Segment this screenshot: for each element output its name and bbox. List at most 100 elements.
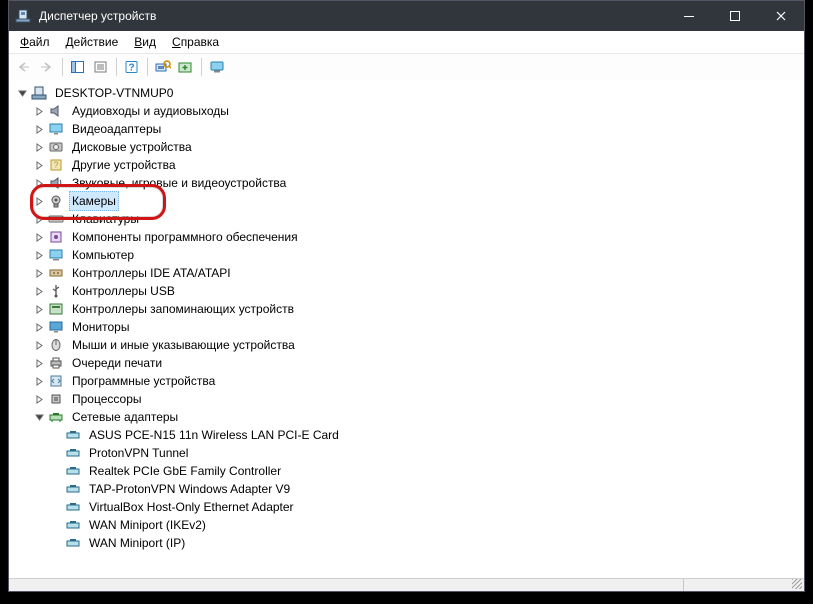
ide-icon [48, 265, 64, 281]
menu-view[interactable]: Вид [127, 33, 163, 51]
toolbar-separator [147, 58, 148, 76]
root-icon [31, 85, 47, 101]
expand-toggle[interactable] [32, 107, 46, 116]
expand-toggle[interactable] [15, 89, 29, 98]
category-label: Процессоры [69, 389, 145, 409]
softdev-icon [48, 373, 64, 389]
device-node[interactable]: Realtek PCIe GbE Family Controller [49, 462, 804, 480]
category-node[interactable]: Мыши и иные указывающие устройства [32, 336, 804, 354]
category-node[interactable]: Компьютер [32, 246, 804, 264]
expand-toggle[interactable] [32, 125, 46, 134]
category-node[interactable]: Компоненты программного обеспечения [32, 228, 804, 246]
expand-toggle[interactable] [32, 359, 46, 368]
category-node[interactable]: Контроллеры USB [32, 282, 804, 300]
usb-icon [48, 283, 64, 299]
resize-grip-icon[interactable] [792, 579, 802, 589]
device-label: ProtonVPN Tunnel [86, 443, 191, 463]
category-node[interactable]: Клавиатуры [32, 210, 804, 228]
menu-help[interactable]: Справка [165, 33, 226, 51]
storage-icon [48, 301, 64, 317]
show-hide-tree-button[interactable] [67, 56, 89, 78]
category-node[interactable]: Контроллеры запоминающих устройств [32, 300, 804, 318]
expand-toggle[interactable] [32, 323, 46, 332]
category-node[interactable]: Камеры [32, 192, 804, 210]
device-node[interactable]: ProtonVPN Tunnel [49, 444, 804, 462]
category-node[interactable]: Процессоры [32, 390, 804, 408]
expand-toggle[interactable] [32, 287, 46, 296]
category-node[interactable]: Аудиовходы и аудиовыходы [32, 102, 804, 120]
minimize-button[interactable] [666, 1, 712, 31]
expand-toggle[interactable] [32, 251, 46, 260]
expand-toggle[interactable] [32, 341, 46, 350]
category-label: Камеры [69, 191, 119, 211]
computer-icon [48, 247, 64, 263]
expand-toggle[interactable] [32, 215, 46, 224]
help-button[interactable]: ? [121, 56, 143, 78]
tree-root[interactable]: DESKTOP-VTNMUP0 [15, 84, 804, 102]
netchild-icon [65, 517, 81, 533]
netchild-icon [65, 481, 81, 497]
net-icon [48, 409, 64, 425]
category-label: Звуковые, игровые и видеоустройства [69, 173, 289, 193]
category-label: Аудиовходы и аудиовыходы [69, 101, 232, 121]
menu-action[interactable]: Действие [59, 33, 126, 51]
monitor-icon [48, 319, 64, 335]
category-node[interactable]: Программные устройства [32, 372, 804, 390]
device-node[interactable]: ASUS PCE-N15 11n Wireless LAN PCI-E Card [49, 426, 804, 444]
device-label: ASUS PCE-N15 11n Wireless LAN PCI-E Card [86, 425, 342, 445]
category-node[interactable]: Очереди печати [32, 354, 804, 372]
expand-toggle[interactable] [32, 197, 46, 206]
device-node[interactable]: WAN Miniport (IKEv2) [49, 516, 804, 534]
category-label: Видеоадаптеры [69, 119, 164, 139]
audio-icon [48, 103, 64, 119]
close-button[interactable] [758, 1, 804, 31]
device-node[interactable]: WAN Miniport (IP) [49, 534, 804, 552]
netchild-icon [65, 445, 81, 461]
category-label: Другие устройства [69, 155, 179, 175]
expand-toggle[interactable] [32, 305, 46, 314]
properties-button[interactable] [90, 56, 112, 78]
expand-toggle[interactable] [32, 395, 46, 404]
category-node[interactable]: Звуковые, игровые и видеоустройства [32, 174, 804, 192]
window-title: Диспетчер устройств [39, 9, 666, 23]
add-legacy-hardware-button[interactable] [175, 56, 197, 78]
expand-toggle[interactable] [32, 377, 46, 386]
toolbar-separator [116, 58, 117, 76]
category-label: Клавиатуры [69, 209, 142, 229]
expand-toggle[interactable] [32, 179, 46, 188]
category-label: Очереди печати [69, 353, 165, 373]
category-label: Контроллеры USB [69, 281, 178, 301]
category-node[interactable]: Дисковые устройства [32, 138, 804, 156]
disk-icon [48, 139, 64, 155]
netchild-icon [65, 535, 81, 551]
category-node[interactable]: Видеоадаптеры [32, 120, 804, 138]
titlebar[interactable]: Диспетчер устройств [9, 1, 804, 31]
maximize-button[interactable] [712, 1, 758, 31]
device-node[interactable]: VirtualBox Host-Only Ethernet Adapter [49, 498, 804, 516]
expand-toggle[interactable] [32, 269, 46, 278]
device-label: WAN Miniport (IKEv2) [86, 515, 209, 535]
tree-area: DESKTOP-VTNMUP0Аудиовходы и аудиовыходыВ… [9, 80, 804, 591]
expand-toggle[interactable] [32, 233, 46, 242]
expand-toggle[interactable] [32, 143, 46, 152]
cpu-icon [48, 391, 64, 407]
category-node[interactable]: Сетевые адаптеры [32, 408, 804, 426]
expand-toggle[interactable] [32, 413, 46, 422]
netchild-icon [65, 499, 81, 515]
print-icon [48, 355, 64, 371]
netchild-icon [65, 427, 81, 443]
scan-hardware-button[interactable] [152, 56, 174, 78]
category-node[interactable]: Контроллеры IDE ATA/ATAPI [32, 264, 804, 282]
screenshot-frame: Диспетчер устройств Файл Действие Вид Сп… [0, 0, 813, 604]
menu-file[interactable]: Файл [13, 33, 57, 51]
category-node[interactable]: ? Другие устройства [32, 156, 804, 174]
status-bar [9, 578, 804, 591]
category-node[interactable]: Мониторы [32, 318, 804, 336]
expand-toggle[interactable] [32, 161, 46, 170]
device-label: Realtek PCIe GbE Family Controller [86, 461, 284, 481]
category-label: Сетевые адаптеры [69, 407, 181, 427]
devices-by-type-button[interactable] [206, 56, 228, 78]
svg-text:?: ? [53, 160, 58, 170]
device-node[interactable]: TAP-ProtonVPN Windows Adapter V9 [49, 480, 804, 498]
category-label: Контроллеры IDE ATA/ATAPI [69, 263, 234, 283]
